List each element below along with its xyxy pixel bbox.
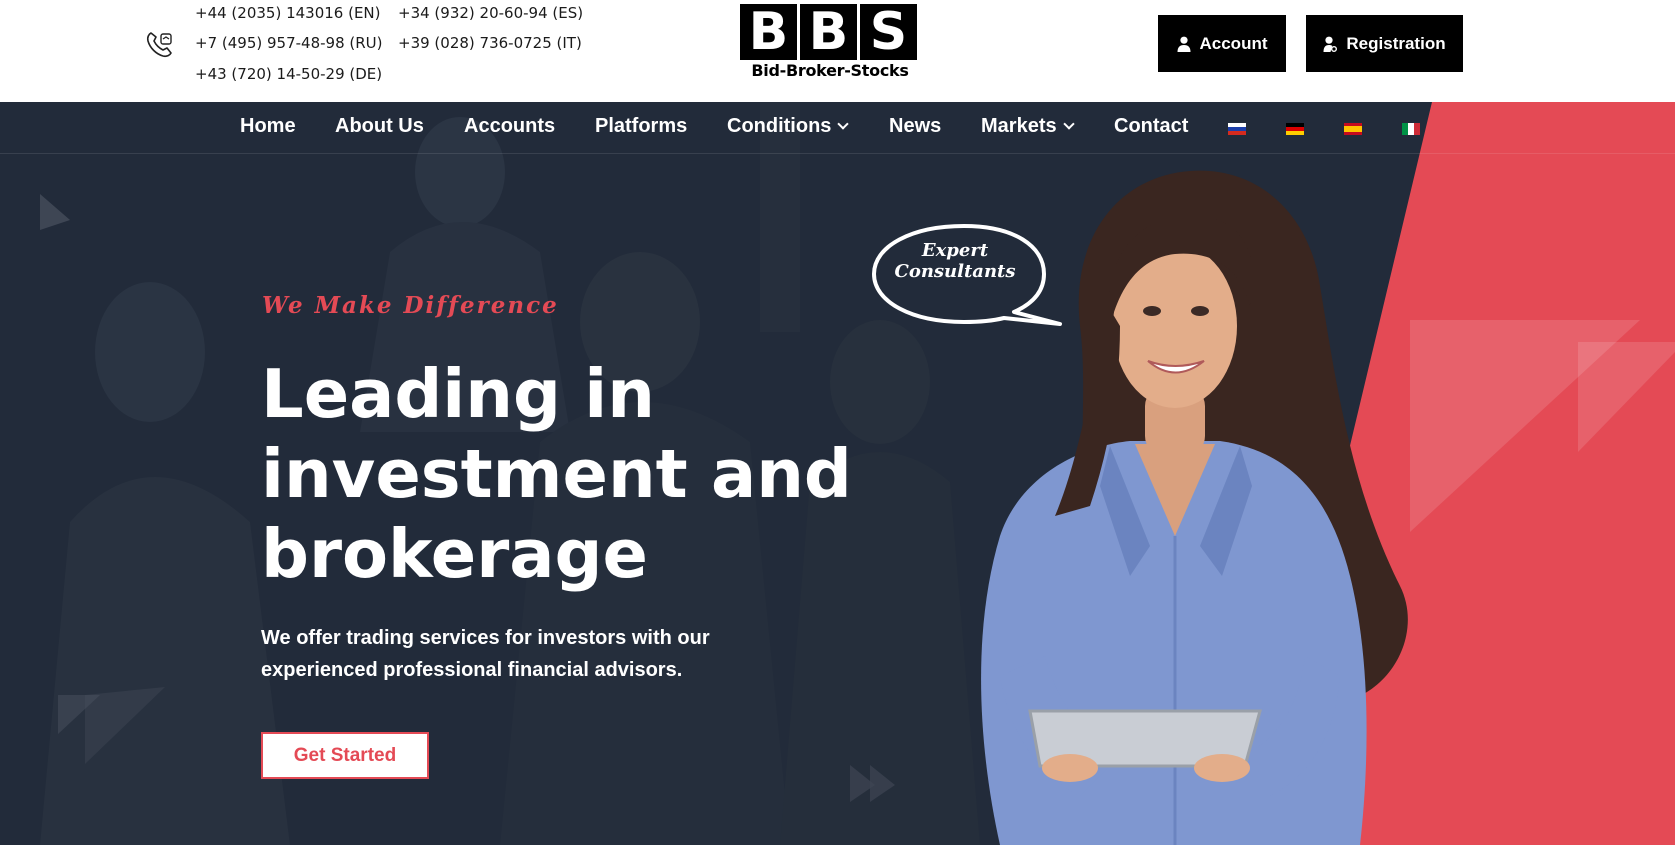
nav-accounts[interactable]: Accounts bbox=[464, 115, 555, 138]
top-header: +44 (2035) 143016 (EN) +34 (932) 20-60-9… bbox=[0, 0, 1675, 102]
phone-it[interactable]: +39 (028) 736-0725 (IT) bbox=[398, 34, 582, 52]
flag-it-icon[interactable] bbox=[1402, 123, 1420, 135]
hero-subtext: We offer trading services for investors … bbox=[261, 627, 710, 681]
hero-tagline: We Make Difference bbox=[262, 292, 559, 319]
nav-conditions[interactable]: Conditions bbox=[727, 115, 850, 138]
phone-icon bbox=[146, 32, 172, 58]
phone-ru[interactable]: +7 (495) 957-48-98 (RU) bbox=[195, 34, 383, 52]
logo-letter-s: S bbox=[860, 4, 917, 60]
phone-en[interactable]: +44 (2035) 143016 (EN) bbox=[195, 4, 381, 22]
phone-es[interactable]: +34 (932) 20-60-94 (ES) bbox=[398, 4, 583, 22]
get-started-button[interactable]: Get Started bbox=[261, 732, 429, 779]
account-button-label: Account bbox=[1199, 33, 1268, 53]
chevron-down-icon bbox=[837, 118, 850, 130]
phone-de[interactable]: +43 (720) 14-50-29 (DE) bbox=[195, 65, 382, 83]
logo-letter-b2: B bbox=[800, 4, 857, 60]
chevron-down-icon bbox=[1062, 118, 1075, 130]
logo-mark: B B S bbox=[740, 4, 920, 60]
nav-platforms[interactable]: Platforms bbox=[595, 115, 687, 138]
nav-markets-label: Markets bbox=[981, 115, 1057, 137]
nav-about-us[interactable]: About Us bbox=[335, 115, 424, 138]
account-button[interactable]: Account bbox=[1158, 15, 1286, 72]
logo-letter-b1: B bbox=[740, 4, 797, 60]
nav-news[interactable]: News bbox=[889, 115, 941, 138]
nav-contact[interactable]: Contact bbox=[1114, 115, 1188, 138]
registration-button[interactable]: Registration bbox=[1306, 15, 1463, 72]
main-nav: Home About Us Accounts Platforms Conditi… bbox=[0, 102, 1675, 154]
nav-conditions-label: Conditions bbox=[727, 115, 832, 137]
consultant-photo bbox=[981, 170, 1408, 845]
flag-de-icon[interactable] bbox=[1286, 123, 1304, 135]
registration-button-label: Registration bbox=[1346, 33, 1446, 53]
nav-home[interactable]: Home bbox=[240, 115, 296, 138]
user-settings-icon bbox=[1323, 36, 1338, 52]
user-icon bbox=[1177, 36, 1190, 52]
hero-headline: Leading in investment and brokerage bbox=[261, 355, 852, 593]
flag-es-icon[interactable] bbox=[1344, 123, 1362, 135]
logo[interactable]: B B S Bid-Broker-Stocks bbox=[740, 4, 920, 86]
nav-markets[interactable]: Markets bbox=[981, 115, 1075, 138]
hero-section: Home About Us Accounts Platforms Conditi… bbox=[0, 102, 1675, 845]
phone-numbers: +44 (2035) 143016 (EN) +34 (932) 20-60-9… bbox=[195, 3, 595, 95]
flag-ru-icon[interactable] bbox=[1228, 123, 1246, 135]
logo-subtitle: Bid-Broker-Stocks bbox=[751, 61, 909, 80]
